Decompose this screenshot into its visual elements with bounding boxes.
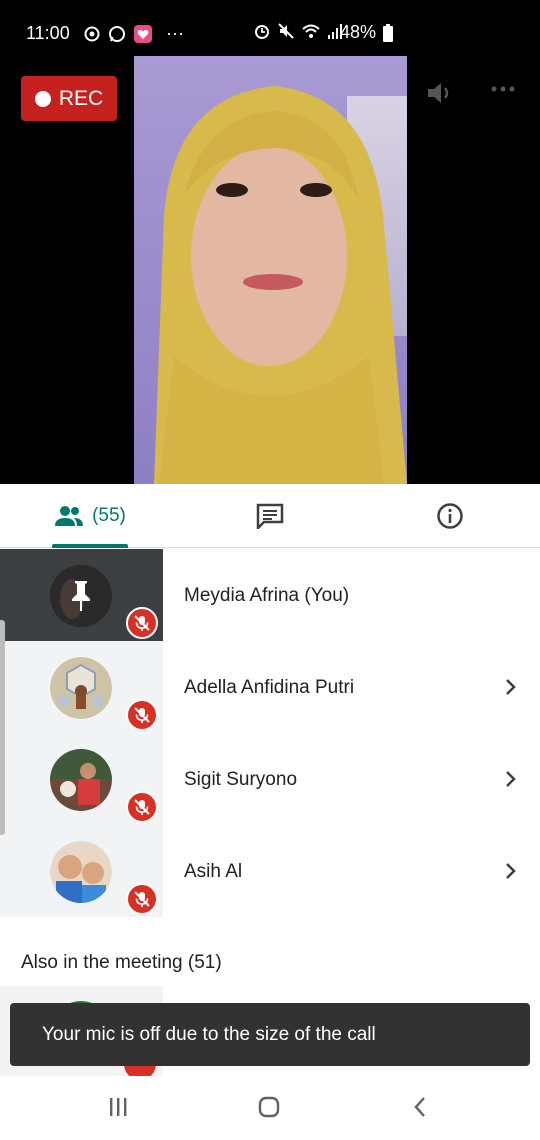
alarm-icon	[255, 25, 269, 39]
rec-label: REC	[58, 86, 104, 110]
speaker-icon[interactable]	[426, 80, 454, 106]
also-in-meeting-heading: Also in the meeting (51)	[21, 952, 222, 973]
mic-off-badge	[126, 791, 158, 823]
avatar	[50, 749, 112, 811]
participant-list[interactable]: Meydia Afrina (You) Adella Anfidina Putr…	[0, 549, 540, 917]
meet-screen: 11:00 ··· 48% REC (55) Meydia Afrina (Yo…	[0, 0, 540, 1140]
back-icon[interactable]	[412, 1096, 428, 1118]
participant-video	[134, 56, 407, 484]
mic-off-icon	[134, 891, 150, 907]
whatsapp-icon	[109, 25, 125, 42]
pin-icon	[72, 581, 90, 611]
participant-name: Adella Anfidina Putri	[184, 677, 355, 698]
tab-info[interactable]	[430, 484, 470, 548]
scroll-indicator[interactable]	[0, 620, 5, 835]
mic-off-badge	[126, 883, 158, 915]
snackbar-message: Your mic is off due to the size of the c…	[42, 1023, 376, 1045]
list-item[interactable]: Asih Al	[0, 825, 540, 917]
chevron-right-icon[interactable]	[504, 769, 518, 789]
tab-people[interactable]: (55)	[52, 484, 128, 548]
mic-off-icon	[134, 707, 150, 723]
list-item[interactable]: Adella Anfidina Putri	[0, 641, 540, 733]
battery-icon	[383, 24, 393, 42]
mic-off-icon	[134, 799, 150, 815]
chevron-right-icon[interactable]	[504, 677, 518, 697]
home-icon[interactable]	[258, 1096, 280, 1118]
avatar	[50, 841, 112, 903]
record-dot-icon	[34, 90, 51, 107]
status-overflow: ···	[166, 23, 184, 43]
people-icon	[55, 506, 84, 526]
video-area[interactable]: 11:00 ··· 48% REC	[0, 0, 540, 484]
status-time: 11:00	[26, 23, 70, 43]
info-icon	[437, 503, 463, 529]
system-nav-bar	[0, 1076, 540, 1140]
recording-indicator[interactable]: REC	[21, 76, 117, 121]
participant-name: Meydia Afrina (You)	[184, 585, 350, 606]
circle-play-icon	[84, 26, 100, 41]
tab-chat[interactable]	[250, 484, 290, 548]
list-item[interactable]: Meydia Afrina (You)	[0, 549, 540, 641]
recent-apps-icon[interactable]	[108, 1096, 128, 1118]
battery-percent: 48%	[340, 22, 377, 42]
heart-app-icon	[134, 24, 152, 43]
chat-icon	[256, 503, 284, 529]
mic-off-icon	[134, 615, 150, 631]
mute-icon	[278, 23, 294, 39]
status-bar: 11:00 ··· 48%	[0, 0, 540, 66]
participant-name: Sigit Suryono	[184, 769, 298, 790]
participant-name: Asih Al	[184, 861, 243, 882]
avatar	[50, 657, 112, 719]
mic-off-badge	[126, 607, 158, 639]
more-icon[interactable]	[490, 84, 516, 94]
active-tab-indicator	[52, 544, 128, 548]
chevron-right-icon[interactable]	[504, 861, 518, 881]
mic-off-badge	[126, 699, 158, 731]
wifi-icon	[302, 24, 320, 38]
panel-tabs: (55)	[0, 484, 540, 548]
list-item[interactable]: Sigit Suryono	[0, 733, 540, 825]
snackbar: Your mic is off due to the size of the c…	[10, 1003, 530, 1066]
people-count: (55)	[92, 505, 126, 526]
